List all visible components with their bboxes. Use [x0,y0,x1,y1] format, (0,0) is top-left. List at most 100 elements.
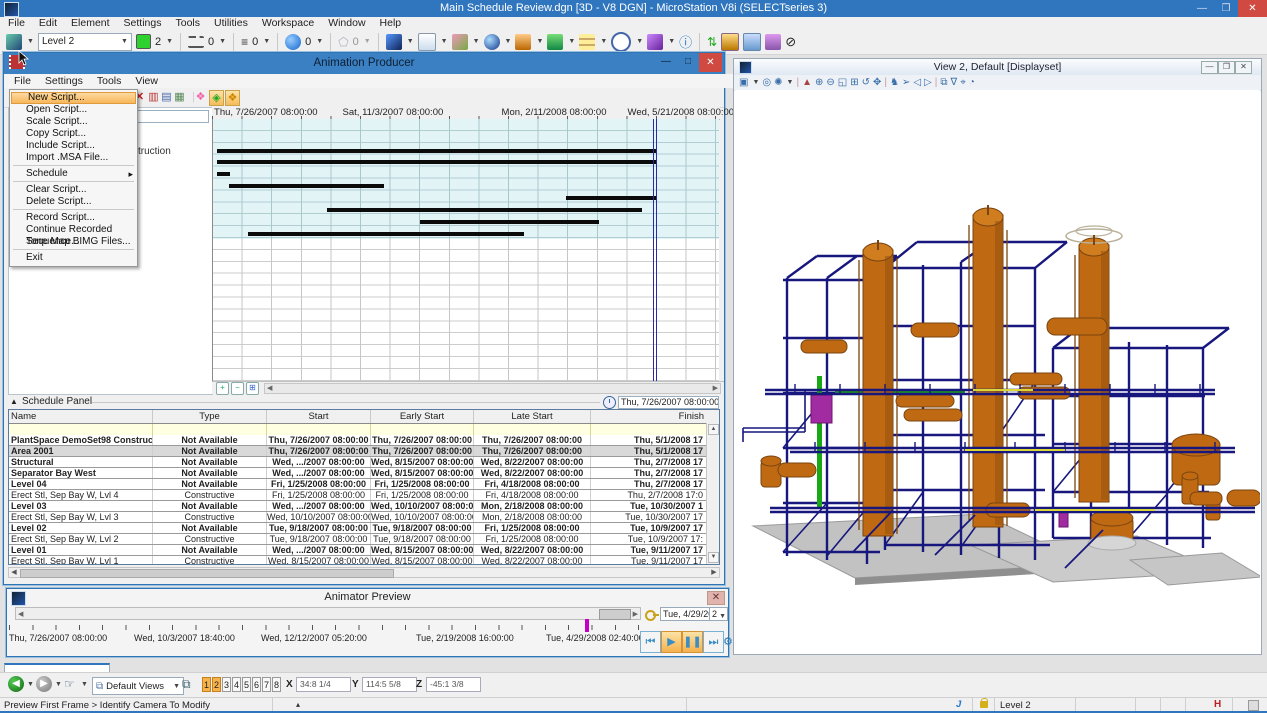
schedule-time-field[interactable]: Thu, 7/26/2007 08:00:00 [618,396,719,409]
animation-settings-icon[interactable]: ❖ [225,90,240,106]
line-style-icon[interactable] [188,36,204,48]
animator-frame-combo[interactable]: 2▼ [709,607,728,621]
view-next-icon[interactable]: ▷ [924,77,932,89]
schedule-panel-header[interactable]: ▲ Schedule Panel Thu, 7/26/2007 08:00:00 [4,395,720,409]
window-area-icon[interactable]: ◱ [838,77,847,89]
close-button[interactable]: ✕ [1238,0,1267,17]
element-attributes-icon[interactable] [6,34,22,50]
scroll-left-arrow[interactable]: ◀ [9,568,19,577]
x-coord-field[interactable]: 34:8 1/4 [296,677,351,692]
view-toggle-button[interactable]: 2 [212,677,221,692]
markups-icon[interactable] [647,34,663,50]
file-menu-item[interactable]: Tone Map BIMG Files... [10,236,137,248]
forward-button[interactable]: ▶ [36,676,52,692]
chevron-down-icon[interactable]: ▼ [600,38,607,45]
gantt-bar[interactable] [420,220,599,224]
zoom-search-icon[interactable] [611,32,631,52]
pan-view-icon[interactable]: ✥ [873,77,881,89]
schedule-v-scrollbar[interactable]: ▲ ▼ [706,423,719,564]
pointcloud-icon[interactable] [765,34,781,50]
table-row[interactable]: StructuralNot AvailableWed, .../2007 08:… [9,457,707,468]
file-menu-item[interactable]: Delete Script... [10,196,137,208]
animator-playhead-marker[interactable] [585,619,589,632]
film-edit-icon[interactable]: ▤ [160,90,173,104]
chevron-down-icon[interactable]: ▼ [787,79,794,86]
anim-close-button[interactable]: ✕ [707,591,725,605]
clip-volume-icon[interactable]: ∇ [951,77,958,89]
gantt-bar[interactable] [217,172,230,176]
menu-item[interactable]: File [8,17,25,29]
menu-item[interactable]: Workspace [262,17,314,29]
schedule-simulation-status-icon[interactable]: H [1214,699,1221,710]
film-add-icon[interactable]: ▥ [147,90,160,104]
table-row[interactable]: Level 03Not AvailableWed, .../2007 08:00… [9,501,707,512]
file-menu-item[interactable]: Record Script... [10,212,137,224]
new-file-icon[interactable] [418,33,436,51]
chevron-down-icon[interactable]: ▼ [263,38,270,45]
menu-item[interactable]: Settings [124,17,162,29]
active-level-status[interactable]: Level 2 [1000,700,1031,711]
scrollbar-thumb[interactable] [599,609,631,620]
chevron-down-icon[interactable]: ▼ [166,38,173,45]
zoom-out-icon[interactable]: − [231,382,244,395]
table-row[interactable]: Separator Bay WestNot AvailableWed, .../… [9,468,707,479]
table-row[interactable]: Level 04Not AvailableFri, 1/25/2008 08:0… [9,479,707,490]
table-row[interactable]: Erect Stl, Sep Bay W, Lvl 1ConstructiveW… [9,556,707,564]
table-row[interactable]: PlantSpace DemoSet98 ConstructionNot Ava… [9,435,707,446]
view-toggle-button[interactable]: 7 [262,677,271,692]
ap-menu-item[interactable]: Tools [97,75,122,87]
chevron-down-icon[interactable]: ▼ [407,38,414,45]
view-minimize-button[interactable]: — [1201,61,1218,74]
gantt-h-scrollbar[interactable]: ◀ ▶ [264,383,721,394]
file-menu-item[interactable]: Scale Script... [10,116,137,128]
selection-set-icon[interactable] [1248,700,1259,711]
window-open-icon[interactable] [743,33,761,51]
restore-button[interactable]: ❐ [1214,0,1238,17]
view-toggle-button[interactable]: 1 [202,677,211,692]
view-display-style-icon[interactable]: ▣ [739,77,748,89]
chevron-down-icon[interactable]: ▼ [636,38,643,45]
y-coord-field[interactable]: 114:5 5/8 [362,677,417,692]
chevron-down-icon[interactable]: ▼ [752,79,759,86]
connect-icon[interactable] [484,34,500,50]
film-settings-icon[interactable]: ▦ [173,90,186,104]
zoom-out-icon[interactable]: ⊖ [826,77,834,89]
table-row[interactable]: Level 01Not AvailableWed, .../2007 08:00… [9,545,707,556]
gantt-bar[interactable] [229,184,383,188]
models-icon[interactable] [386,34,402,50]
view-attributes-icon[interactable]: ◔ [969,77,975,89]
table-row[interactable]: Area 2001Not AvailableThu, 7/26/2007 08:… [9,446,707,457]
view-toggle-button[interactable]: 4 [232,677,241,692]
line-weight-icon[interactable]: ≡ [241,35,248,49]
menu-item[interactable]: Edit [39,17,57,29]
skip-to-start-button[interactable]: ⏮ [640,631,661,653]
chevron-down-icon[interactable]: ▼ [536,38,543,45]
zoom-in-icon[interactable]: ⊕ [815,77,823,89]
rotate-view-icon[interactable]: ↺ [862,77,870,89]
gantt-bar[interactable] [217,149,657,153]
table-row[interactable]: Erect Stl, Sep Bay W, Lvl 2ConstructiveT… [9,534,707,545]
fit-view-icon[interactable]: ⊞ [850,77,858,89]
view-brightness-icon[interactable]: ✺ [774,77,782,89]
record-settings-gears-icon[interactable]: ⚙ [723,635,733,648]
level-manager-icon[interactable] [579,34,595,50]
view-previous-icon[interactable]: ◁ [913,77,921,89]
file-menu-item[interactable]: Exit [10,252,137,264]
gantt-playhead[interactable] [653,119,657,381]
no-display-icon[interactable]: ⊘ [785,34,796,50]
view-toggle-button[interactable]: 3 [222,677,231,692]
fly-icon[interactable]: ➢ [902,77,910,89]
active-level-combo[interactable]: Level 2▼ [38,33,132,51]
menu-item[interactable]: Window [328,17,365,29]
gantt-chart[interactable] [212,119,719,381]
ap-minimize-button[interactable]: — [656,53,676,70]
chevron-down-icon[interactable]: ▼ [27,681,34,688]
walk-icon[interactable]: ♞ [890,77,899,89]
collapse-triangle-icon[interactable]: ▲ [10,397,18,406]
view-toggle-button[interactable]: 5 [242,677,251,692]
chevron-down-icon[interactable]: ▼ [81,681,88,688]
ap-close-button[interactable]: ✕ [699,53,722,72]
element-class-icon[interactable] [285,34,301,50]
play-button[interactable]: ▶ [661,631,682,653]
folder-search-icon[interactable] [721,33,739,51]
